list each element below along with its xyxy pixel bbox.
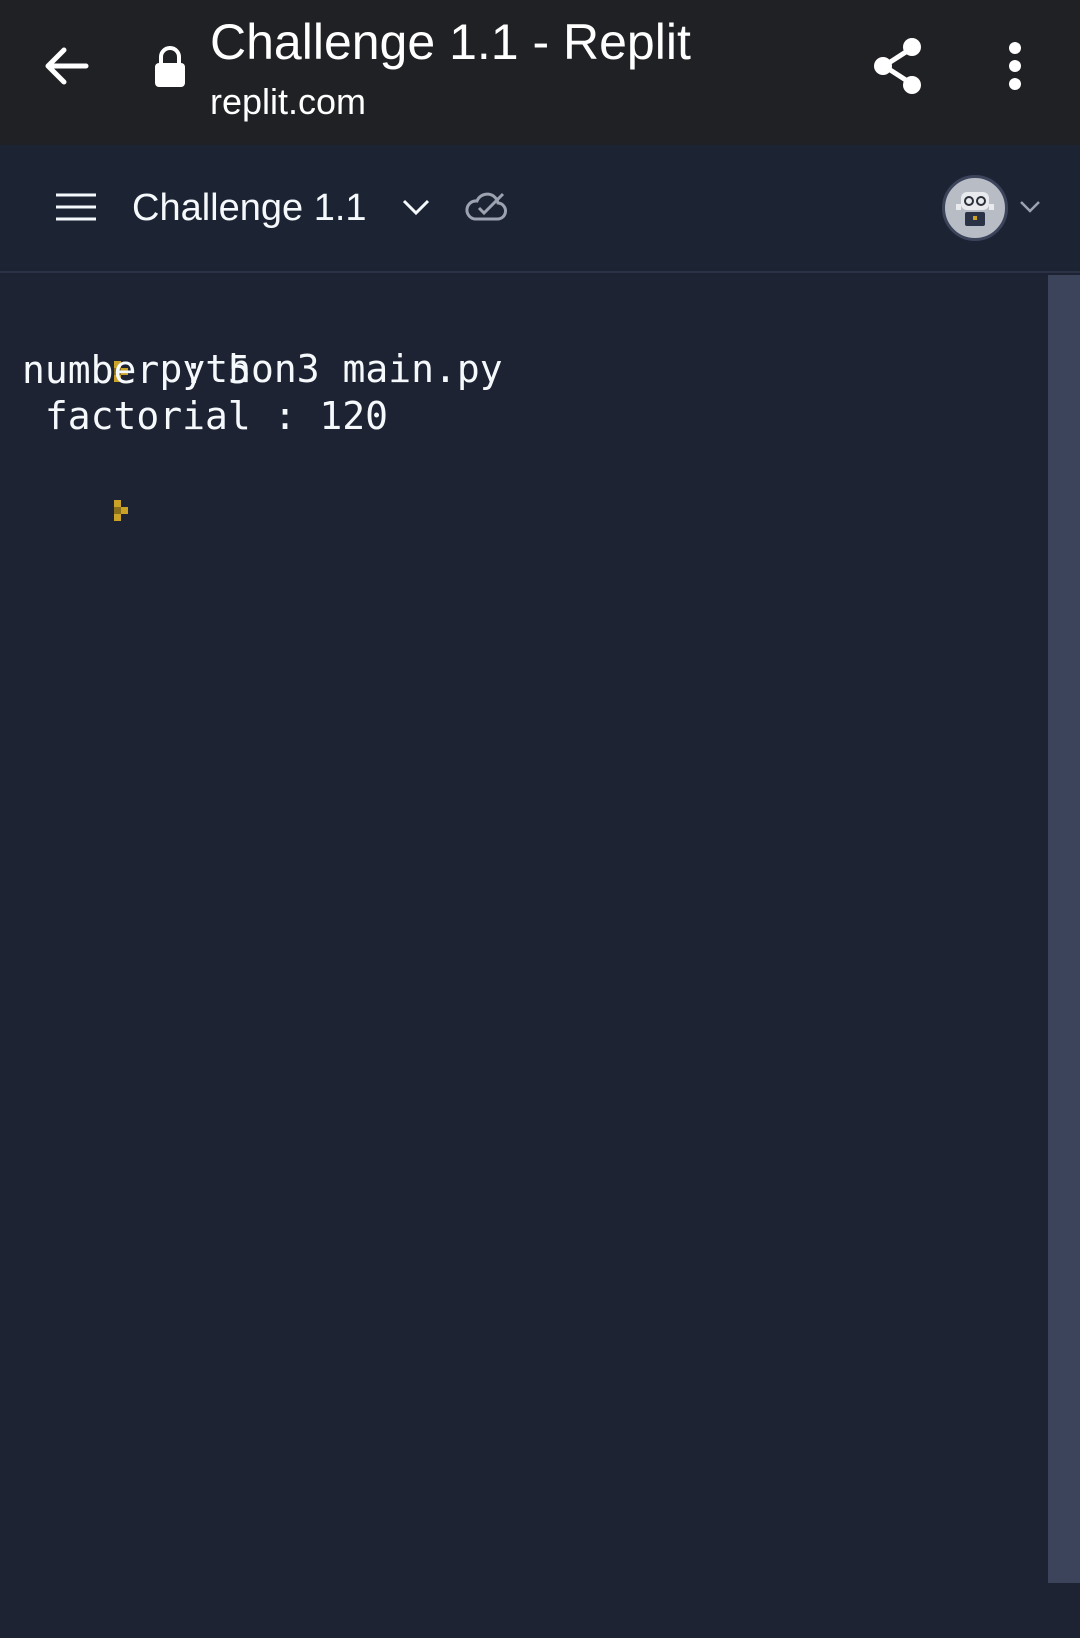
back-button[interactable]	[36, 36, 96, 96]
page-title: Challenge 1.1 - Replit	[210, 14, 691, 70]
cloud-check-icon	[465, 192, 507, 221]
repl-name[interactable]: Challenge 1.1	[132, 185, 367, 231]
avatar[interactable]	[942, 175, 1008, 241]
input-prompt[interactable]	[22, 439, 160, 577]
hamburger-icon	[56, 193, 96, 221]
output-line: factorial : 120	[22, 394, 389, 438]
menu-button[interactable]	[52, 183, 100, 231]
share-button[interactable]	[868, 36, 928, 96]
page-info[interactable]: Challenge 1.1 - Replit replit.com	[210, 10, 691, 124]
repl-menu-toggle[interactable]	[398, 189, 434, 225]
account-menu-toggle[interactable]	[1016, 193, 1044, 221]
more-options-button[interactable]	[990, 36, 1040, 96]
browser-toolbar: Challenge 1.1 - Replit replit.com	[0, 0, 1080, 145]
saved-status[interactable]	[464, 187, 508, 227]
arrow-left-icon	[45, 47, 89, 85]
avatar-robot-icon	[956, 192, 994, 226]
lock-icon	[155, 46, 185, 87]
page-url: replit.com	[210, 81, 367, 122]
more-vertical-icon	[1009, 42, 1021, 90]
scrollbar[interactable]	[1048, 275, 1080, 1583]
share-icon	[874, 38, 921, 94]
repl-header: Challenge 1.1	[0, 145, 1080, 273]
chevron-down-icon	[402, 199, 430, 216]
console-output[interactable]: python3 main.py number : 5 factorial : 1…	[0, 275, 1046, 1638]
output-line: number : 5	[22, 348, 251, 392]
chevron-down-icon	[1020, 201, 1040, 213]
prompt-chevron-icon	[113, 499, 128, 521]
